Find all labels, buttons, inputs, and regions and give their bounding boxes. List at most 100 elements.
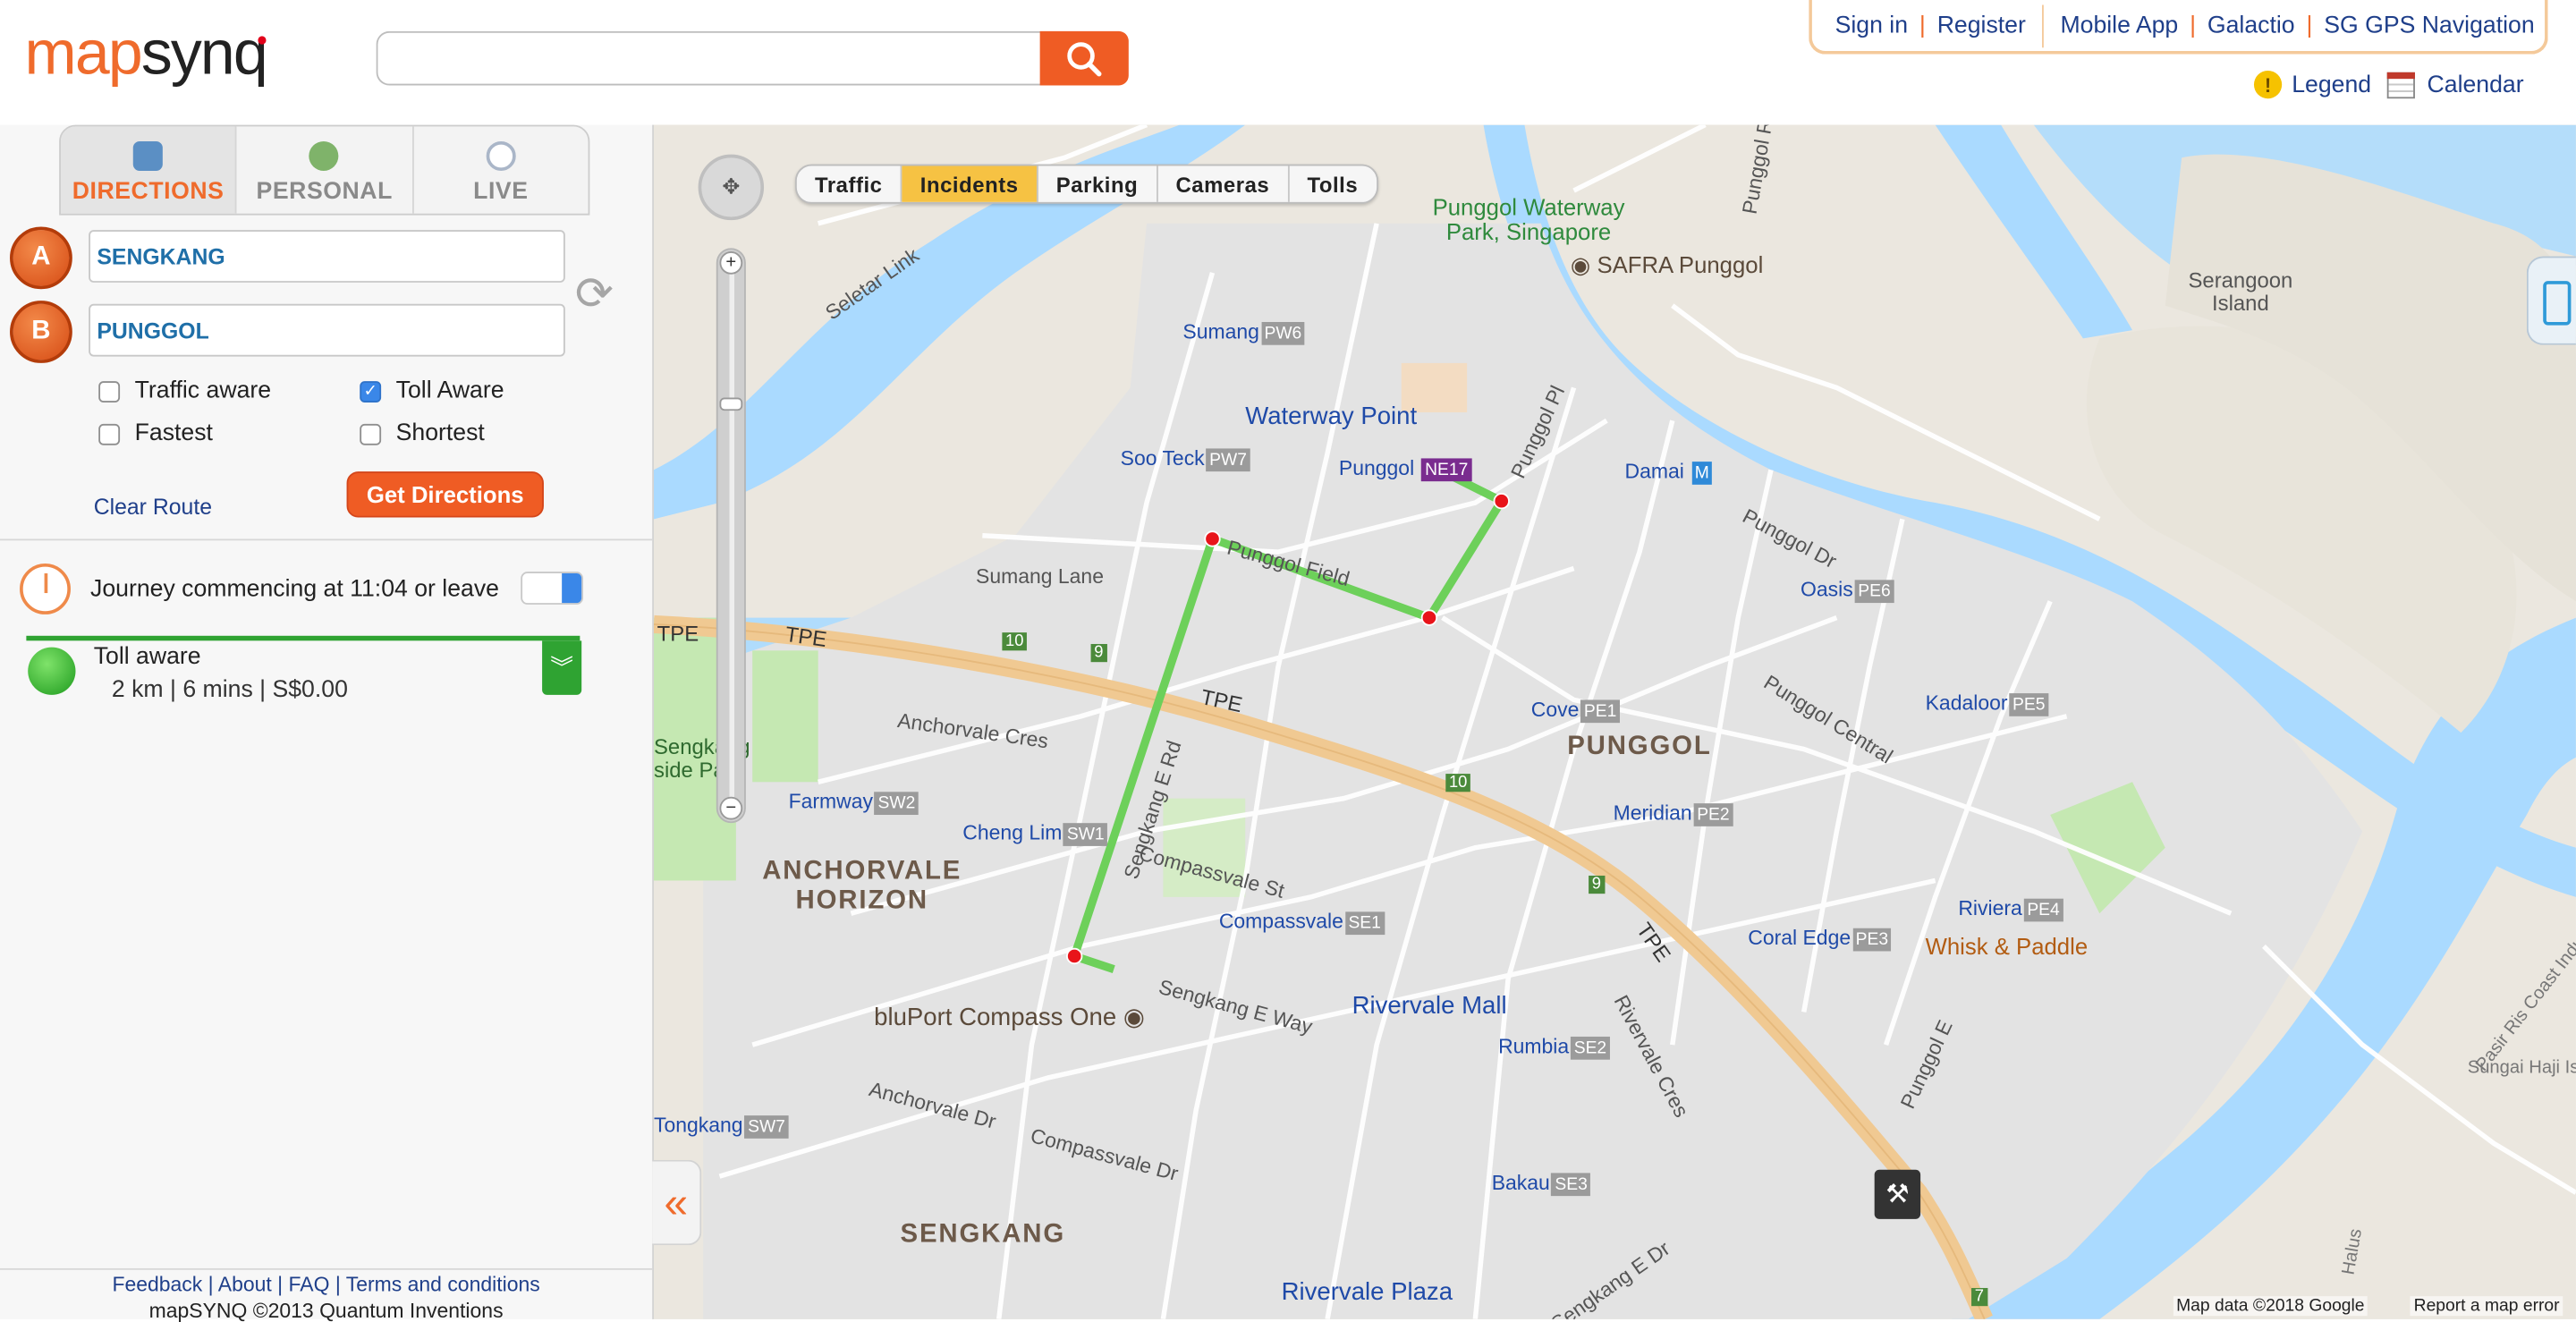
map-label-tongkang: Tongkang SW7 — [654, 1114, 789, 1139]
journey-text: Journey commencing at 11:04 or leave — [90, 576, 499, 604]
station-code: PE5 — [2009, 693, 2049, 716]
copyright: mapSYNQ ©2013 Quantum Inventions — [148, 1299, 504, 1322]
route-waypoint — [1066, 947, 1083, 965]
link-separator: | — [1919, 12, 1926, 39]
mobile-app-tab-icon[interactable] — [2526, 256, 2576, 345]
about-link[interactable]: About — [218, 1273, 272, 1296]
map-label-riviera: Riviera PE4 — [1958, 897, 2063, 922]
sign-in-link[interactable]: Sign in — [1835, 13, 1908, 38]
tab-personal[interactable]: PERSONAL — [237, 126, 414, 214]
search-input[interactable] — [376, 30, 1042, 86]
map-label-tpe: TPE — [657, 621, 699, 646]
route-number-10: 10 — [1445, 774, 1471, 792]
fastest-option[interactable]: Fastest — [98, 420, 213, 447]
clear-route-link[interactable]: Clear Route — [94, 495, 212, 520]
mapsynq-logo[interactable]: mapsynq — [25, 20, 268, 89]
pan-control-icon[interactable]: ✥ — [698, 154, 765, 221]
fastest-checkbox[interactable] — [98, 422, 121, 445]
station-code: SW1 — [1063, 823, 1108, 846]
map-label-sungai: Sungai Haji Ism — [2467, 1057, 2576, 1078]
tab-label: DIRECTIONS — [72, 179, 225, 206]
route-waypoint — [1204, 530, 1221, 547]
traffic-aware-label: Traffic aware — [134, 377, 272, 404]
overlay-tab-parking[interactable]: Parking — [1038, 165, 1158, 202]
station-code: PW6 — [1260, 321, 1305, 345]
station-code: PE3 — [1852, 928, 1892, 952]
fastest-label: Fastest — [134, 420, 213, 447]
zoom-thumb[interactable] — [719, 397, 743, 411]
map-label-punggol-area: PUNGGOL — [1567, 733, 1712, 761]
warning-icon: ! — [2253, 70, 2283, 99]
register-link[interactable]: Register — [1937, 13, 2026, 38]
shortest-option[interactable]: Shortest — [360, 420, 485, 447]
map-label-sumang: Sumang PW6 — [1182, 320, 1305, 345]
galactio-link[interactable]: Galactio — [2207, 13, 2295, 38]
tab-directions[interactable]: DIRECTIONS — [60, 126, 238, 214]
swap-route-icon[interactable]: ⟳ — [575, 267, 614, 326]
map-label-anchorvale-horizon: ANCHORVALE HORIZON — [762, 857, 962, 915]
station-code: PE4 — [2023, 898, 2063, 922]
map-label-waterway-point: Waterway Point — [1245, 402, 1418, 431]
search-button[interactable] — [1039, 30, 1129, 86]
destination-input[interactable] — [89, 303, 565, 357]
logo-text-synq: synq — [140, 20, 268, 89]
traffic-aware-checkbox[interactable] — [98, 380, 121, 403]
station-code: SW7 — [744, 1115, 789, 1139]
map-label-cheng-lim: Cheng Lim SW1 — [962, 821, 1108, 846]
divider — [2042, 4, 2045, 47]
map-label-rivervale-mall: Rivervale Mall — [1352, 992, 1507, 1021]
map-label-sumang-lane: Sumang Lane — [975, 564, 1104, 589]
map-label-whisk-paddle: Whisk & Paddle — [1925, 933, 2089, 960]
map-label-bakau: Bakau SE3 — [1492, 1172, 1591, 1197]
collapse-panel-button[interactable]: « — [652, 1159, 702, 1246]
pin-b-icon: B — [10, 301, 72, 363]
toll-aware-option[interactable]: ✓ Toll Aware — [360, 377, 504, 404]
route-color-bar — [26, 635, 580, 641]
feedback-link[interactable]: Feedback — [112, 1273, 202, 1296]
route-waypoint — [1420, 609, 1438, 626]
sg-gps-navigation-link[interactable]: SG GPS Navigation — [2324, 13, 2534, 38]
traffic-aware-option[interactable]: Traffic aware — [98, 377, 272, 404]
roadworks-icon[interactable]: ⚒ — [1874, 1169, 1921, 1219]
search-icon — [1067, 41, 1102, 76]
toll-aware-checkbox[interactable]: ✓ — [360, 380, 382, 403]
rumbia-label: Rumbia — [1498, 1035, 1570, 1058]
cove-label: Cove — [1530, 698, 1580, 722]
map-attribution: Map data ©2018 Google Report a map error — [2173, 1296, 2563, 1317]
zoom-in-button[interactable]: + — [719, 251, 743, 275]
faq-link[interactable]: FAQ — [289, 1273, 330, 1296]
report-map-error-link[interactable]: Report a map error — [2410, 1296, 2563, 1317]
overlay-tab-tolls[interactable]: Tolls — [1289, 166, 1376, 202]
map-label-bluport: bluPort Compass One ◉ — [874, 1004, 1145, 1032]
tongkang-label: Tongkang — [654, 1114, 743, 1137]
get-directions-button[interactable]: Get Directions — [346, 471, 544, 518]
tab-live[interactable]: LIVE — [413, 126, 588, 213]
map-label-rumbia: Rumbia SE2 — [1498, 1035, 1610, 1060]
map-label-cove: Cove PE1 — [1530, 698, 1621, 724]
meridian-label: Meridian — [1613, 801, 1692, 826]
mobile-app-link[interactable]: Mobile App — [2060, 13, 2178, 38]
map-label-rivervale-plaza: Rivervale Plaza — [1281, 1277, 1453, 1307]
footer: Feedback | About | FAQ | Terms and condi… — [0, 1267, 653, 1322]
zoom-out-button[interactable]: − — [719, 796, 743, 820]
legend-calendar-bar: ! Legend Calendar — [2253, 70, 2524, 99]
map-label-meridian: Meridian PE2 — [1614, 801, 1733, 826]
pin-a-icon: A — [10, 226, 72, 290]
overlay-tab-incidents[interactable]: Incidents — [902, 165, 1038, 202]
terms-link[interactable]: Terms and conditions — [346, 1273, 540, 1296]
punggol-stn-label: Punggol — [1338, 456, 1415, 480]
legend-link[interactable]: Legend — [2292, 72, 2371, 97]
overlay-tab-cameras[interactable]: Cameras — [1157, 165, 1290, 202]
leave-time-select[interactable] — [521, 572, 584, 605]
person-icon — [309, 140, 340, 172]
expand-route-icon[interactable]: ︾ — [542, 640, 582, 695]
zoom-slider[interactable]: + − — [716, 248, 746, 824]
calendar-link[interactable]: Calendar — [2428, 72, 2524, 97]
station-code: PE6 — [1854, 580, 1894, 604]
overlay-tab-traffic[interactable]: Traffic — [797, 165, 902, 202]
damai-label: Damai — [1624, 460, 1684, 483]
map-view[interactable]: Punggol Waterway Park, Singapore ◉ SAFRA… — [654, 124, 2576, 1319]
kadaloor-label: Kadaloor — [1925, 691, 2008, 715]
shortest-checkbox[interactable] — [360, 422, 382, 445]
origin-input[interactable] — [89, 230, 565, 283]
